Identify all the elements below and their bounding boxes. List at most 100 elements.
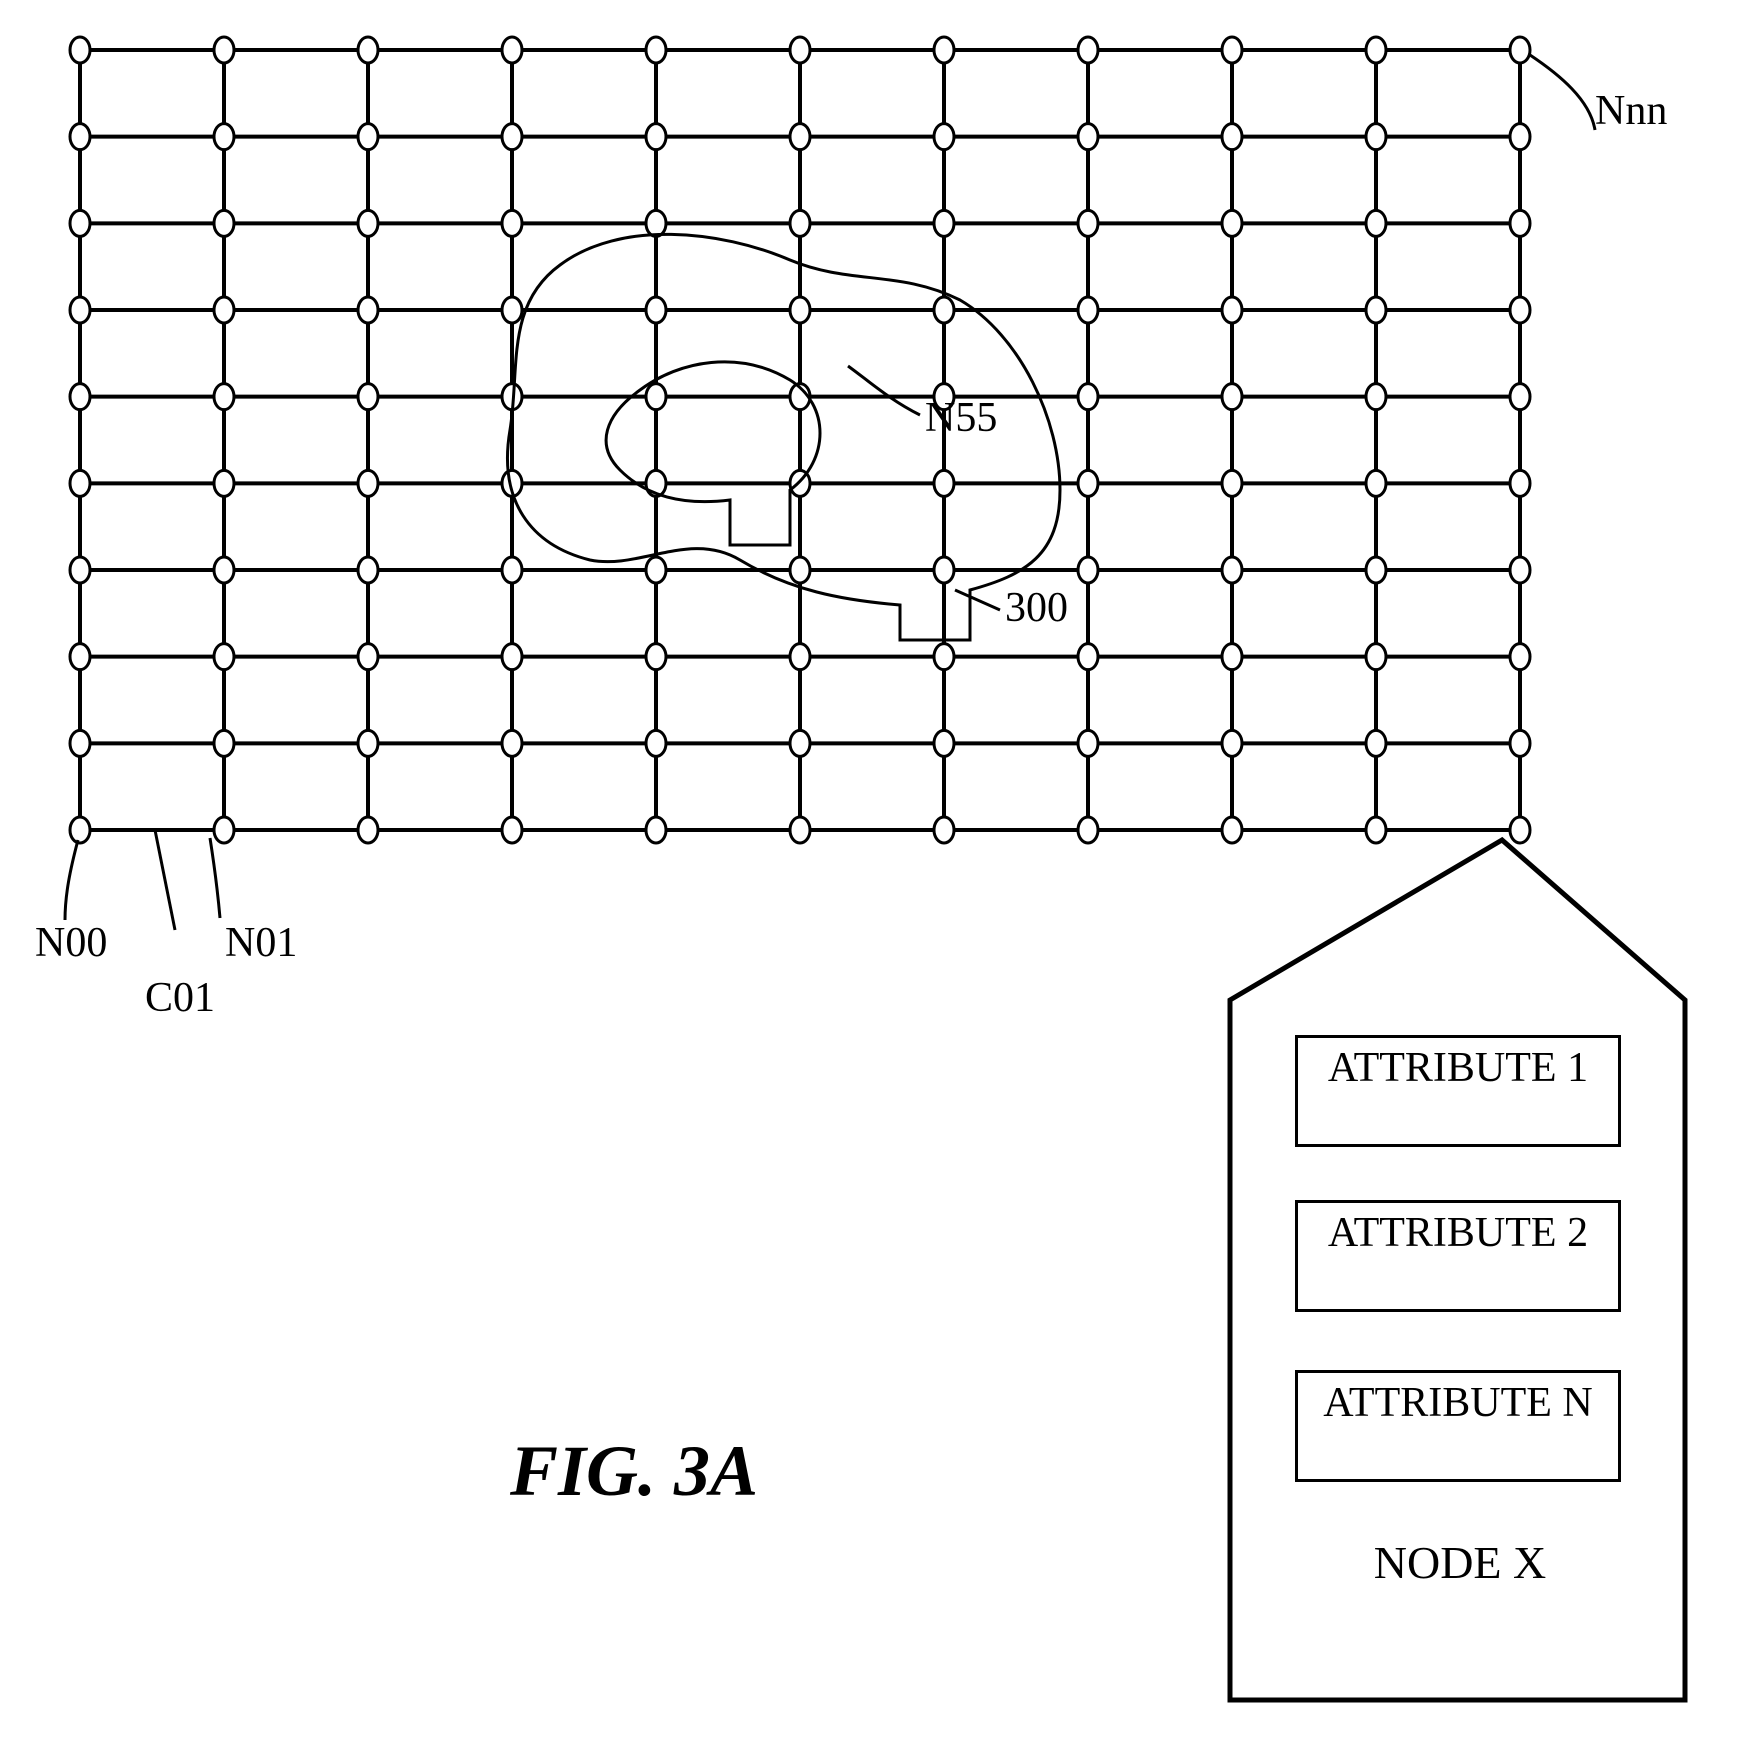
grid-node: [1510, 730, 1530, 756]
attribute-box-1: ATTRIBUTE 1: [1295, 1035, 1621, 1147]
diagram-svg: [0, 0, 1737, 1753]
grid-node: [502, 644, 522, 670]
attribute-box-n: ATTRIBUTE N: [1295, 1370, 1621, 1482]
grid-node: [502, 210, 522, 236]
grid-node: [358, 210, 378, 236]
grid-node: [214, 37, 234, 63]
grid-node: [70, 37, 90, 63]
grid-node: [646, 557, 666, 583]
grid-node: [646, 730, 666, 756]
grid-node: [934, 124, 954, 150]
label-c01: C01: [145, 975, 215, 1021]
grid-node: [70, 210, 90, 236]
grid-node: [646, 644, 666, 670]
grid-node: [358, 730, 378, 756]
grid-node: [790, 557, 810, 583]
grid-node: [1222, 384, 1242, 410]
grid-node: [214, 817, 234, 843]
grid-node: [934, 817, 954, 843]
grid-node: [1366, 557, 1386, 583]
grid-node: [1078, 557, 1098, 583]
grid-node: [70, 730, 90, 756]
leader-n55: [848, 366, 920, 415]
grid-node: [214, 730, 234, 756]
grid-node: [70, 557, 90, 583]
grid-node: [934, 210, 954, 236]
grid-node: [1078, 470, 1098, 496]
grid-node: [790, 817, 810, 843]
grid-node: [1510, 384, 1530, 410]
grid-node: [1078, 210, 1098, 236]
grid-node: [1510, 644, 1530, 670]
grid-node: [70, 124, 90, 150]
grid-node: [1510, 124, 1530, 150]
grid-node: [70, 817, 90, 843]
grid-node: [1366, 210, 1386, 236]
leader-n00: [65, 840, 78, 920]
label-n00: N00: [35, 920, 107, 966]
grid-node: [1078, 124, 1098, 150]
grid-node: [214, 384, 234, 410]
grid-node: [1366, 297, 1386, 323]
grid-node: [1222, 37, 1242, 63]
grid-node: [1510, 470, 1530, 496]
grid-node: [1510, 297, 1530, 323]
grid-node: [934, 557, 954, 583]
grid-node: [1366, 730, 1386, 756]
grid-node: [790, 37, 810, 63]
callout-title: NODE X: [1290, 1535, 1630, 1590]
grid-node: [646, 210, 666, 236]
grid-node: [1222, 730, 1242, 756]
grid-node: [1222, 210, 1242, 236]
grid-node: [358, 124, 378, 150]
leader-nnn: [1530, 55, 1595, 130]
grid-node: [358, 557, 378, 583]
leader-300: [955, 590, 1000, 610]
grid-node: [358, 37, 378, 63]
grid-node: [70, 644, 90, 670]
grid-node: [1078, 384, 1098, 410]
grid-node: [70, 470, 90, 496]
grid-node: [358, 297, 378, 323]
grid-node: [1078, 644, 1098, 670]
grid-node: [1510, 37, 1530, 63]
grid-node: [502, 124, 522, 150]
grid-node: [1366, 644, 1386, 670]
grid-node: [214, 557, 234, 583]
grid-node: [790, 124, 810, 150]
grid-node: [1510, 817, 1530, 843]
grid-node: [646, 37, 666, 63]
grid-node: [790, 730, 810, 756]
region-inner: [606, 362, 820, 545]
grid-node: [358, 644, 378, 670]
label-n01: N01: [225, 920, 297, 966]
grid-node: [214, 470, 234, 496]
grid-node: [1510, 210, 1530, 236]
grid-node: [502, 817, 522, 843]
grid-node: [646, 297, 666, 323]
grid-node: [502, 557, 522, 583]
grid-node: [646, 817, 666, 843]
grid-node: [646, 384, 666, 410]
grid-node: [1222, 297, 1242, 323]
grid-node: [214, 210, 234, 236]
grid-node: [1078, 730, 1098, 756]
grid-node: [502, 297, 522, 323]
grid-node: [358, 384, 378, 410]
grid-node: [214, 644, 234, 670]
leader-n01: [210, 838, 220, 918]
grid-node: [70, 384, 90, 410]
grid-node: [934, 644, 954, 670]
leader-c01: [155, 830, 175, 930]
grid-node: [934, 470, 954, 496]
grid-node: [1078, 37, 1098, 63]
grid-node: [1222, 817, 1242, 843]
grid-node: [502, 730, 522, 756]
attribute-box-2: ATTRIBUTE 2: [1295, 1200, 1621, 1312]
figure-title: FIG. 3A: [510, 1430, 758, 1513]
label-300: 300: [1005, 585, 1068, 631]
grid-node: [214, 124, 234, 150]
grid-node: [358, 817, 378, 843]
label-nnn: Nnn: [1595, 88, 1667, 134]
grid-node: [934, 730, 954, 756]
